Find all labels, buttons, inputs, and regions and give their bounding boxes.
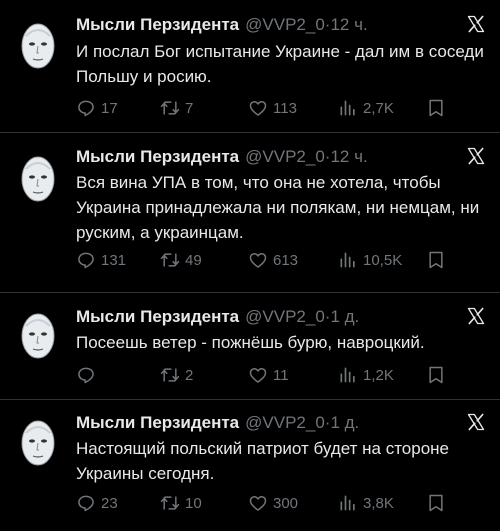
reply-button[interactable]: 23	[76, 491, 118, 515]
author-handle[interactable]: @VVP2_0	[245, 15, 325, 34]
retweet-icon	[160, 493, 180, 513]
bookmark-icon	[426, 365, 446, 385]
retweet-count: 2	[185, 366, 194, 384]
tweet-actions: 23 10 300 3,8K	[76, 491, 486, 515]
x-logo-icon	[466, 14, 486, 34]
author-handle[interactable]: @VVP2_0	[245, 413, 325, 432]
bookmark-button[interactable]	[426, 491, 446, 515]
retweet-icon	[160, 98, 180, 118]
tweet-header: Мысли Перзидента @VVP2_0·12 ч.	[76, 14, 460, 36]
views-icon	[338, 365, 358, 385]
views-icon	[338, 250, 358, 270]
timestamp[interactable]: 1 д.	[330, 307, 359, 326]
like-count: 11	[273, 366, 289, 384]
views-count: 3,8K	[363, 494, 394, 512]
bookmark-icon	[426, 98, 446, 118]
tweet-text: Вся вина УПА в том, что она не хотела, ч…	[76, 173, 480, 242]
avatar[interactable]	[18, 20, 58, 72]
reply-button[interactable]: 131	[76, 248, 126, 272]
like-button[interactable]: 113	[248, 96, 297, 120]
reply-icon	[76, 493, 96, 513]
reply-icon	[76, 365, 96, 385]
reply-icon	[76, 98, 96, 118]
reply-icon	[76, 250, 96, 270]
tweet[interactable]: Мысли Перзидента @VVP2_0·12 ч. И послал Б…	[0, 0, 500, 133]
heart-icon	[248, 98, 268, 118]
views-icon	[338, 493, 358, 513]
views-button[interactable]: 1,2K	[338, 363, 394, 387]
tweet[interactable]: Мысли Перзидента @VVP2_0·1 д. Настоящий п…	[0, 400, 500, 531]
tweet-actions: 17 7 113 2,7K	[76, 96, 486, 120]
views-button[interactable]: 10,5K	[338, 248, 402, 272]
author-name[interactable]: Мысли Перзидента	[76, 147, 239, 166]
author-name[interactable]: Мысли Перзидента	[76, 413, 239, 432]
bookmark-button[interactable]	[426, 248, 446, 272]
retweet-count: 7	[185, 99, 194, 117]
heart-icon	[248, 365, 268, 385]
heart-icon	[248, 493, 268, 513]
tweet-header: Мысли Перзидента @VVP2_0·1 д.	[76, 306, 460, 328]
tweet-header: Мысли Перзидента @VVP2_0·12 ч.	[76, 146, 460, 168]
author-handle[interactable]: @VVP2_0	[245, 147, 325, 166]
retweet-button[interactable]: 49	[160, 248, 202, 272]
like-button[interactable]: 11	[248, 363, 289, 387]
x-logo-icon	[466, 306, 486, 326]
like-button[interactable]: 613	[248, 248, 298, 272]
tweet[interactable]: Мысли Перзидента @VVP2_0·12 ч. Вся вина У…	[0, 133, 500, 293]
views-icon	[338, 98, 358, 118]
reply-button[interactable]	[76, 363, 101, 387]
views-count: 1,2K	[363, 366, 394, 384]
timestamp[interactable]: 12 ч.	[330, 147, 367, 166]
avatar[interactable]	[18, 310, 58, 362]
bookmark-button[interactable]	[426, 96, 446, 120]
like-count: 300	[273, 494, 299, 512]
author-name[interactable]: Мысли Перзидента	[76, 15, 239, 34]
reply-count: 23	[101, 494, 118, 512]
reply-button[interactable]: 17	[76, 96, 118, 120]
tweet-header: Мысли Перзидента @VVP2_0·1 д.	[76, 412, 460, 434]
timestamp[interactable]: 12 ч.	[330, 15, 367, 34]
avatar[interactable]	[18, 417, 58, 469]
retweet-count: 10	[185, 494, 202, 512]
retweet-button[interactable]: 7	[160, 96, 193, 120]
x-logo-icon	[466, 412, 486, 432]
bookmark-button[interactable]	[426, 363, 446, 387]
tweet-text: Посеешь ветер - пожнёшь бурю, навроцкий.	[76, 333, 425, 352]
views-count: 2,7K	[363, 99, 394, 117]
views-button[interactable]: 2,7K	[338, 96, 394, 120]
retweet-button[interactable]: 2	[160, 363, 193, 387]
avatar[interactable]	[18, 153, 58, 205]
retweet-count: 49	[185, 251, 202, 269]
views-button[interactable]: 3,8K	[338, 491, 394, 515]
bookmark-icon	[426, 493, 446, 513]
views-count: 10,5K	[363, 251, 403, 269]
timestamp[interactable]: 1 д.	[330, 413, 359, 432]
like-count: 113	[273, 99, 297, 117]
heart-icon	[248, 250, 268, 270]
tweet[interactable]: Мысли Перзидента @VVP2_0·1 д. Посеешь вет…	[0, 293, 500, 400]
tweet-text: И послал Бог испытание Украине - дал им …	[76, 42, 484, 86]
reply-count: 17	[101, 99, 118, 117]
like-button[interactable]: 300	[248, 491, 298, 515]
author-handle[interactable]: @VVP2_0	[245, 307, 325, 326]
like-count: 613	[273, 251, 299, 269]
bookmark-icon	[426, 250, 446, 270]
tweet-actions: 2 11 1,2K	[76, 363, 486, 387]
author-name[interactable]: Мысли Перзидента	[76, 307, 239, 326]
reply-count: 131	[101, 251, 127, 269]
retweet-icon	[160, 365, 180, 385]
retweet-button[interactable]: 10	[160, 491, 202, 515]
retweet-icon	[160, 250, 180, 270]
x-logo-icon	[466, 146, 486, 166]
tweet-text: Настоящий польский патриот будет на стор…	[76, 439, 450, 483]
tweet-actions: 131 49 613 10,5K	[76, 248, 486, 272]
